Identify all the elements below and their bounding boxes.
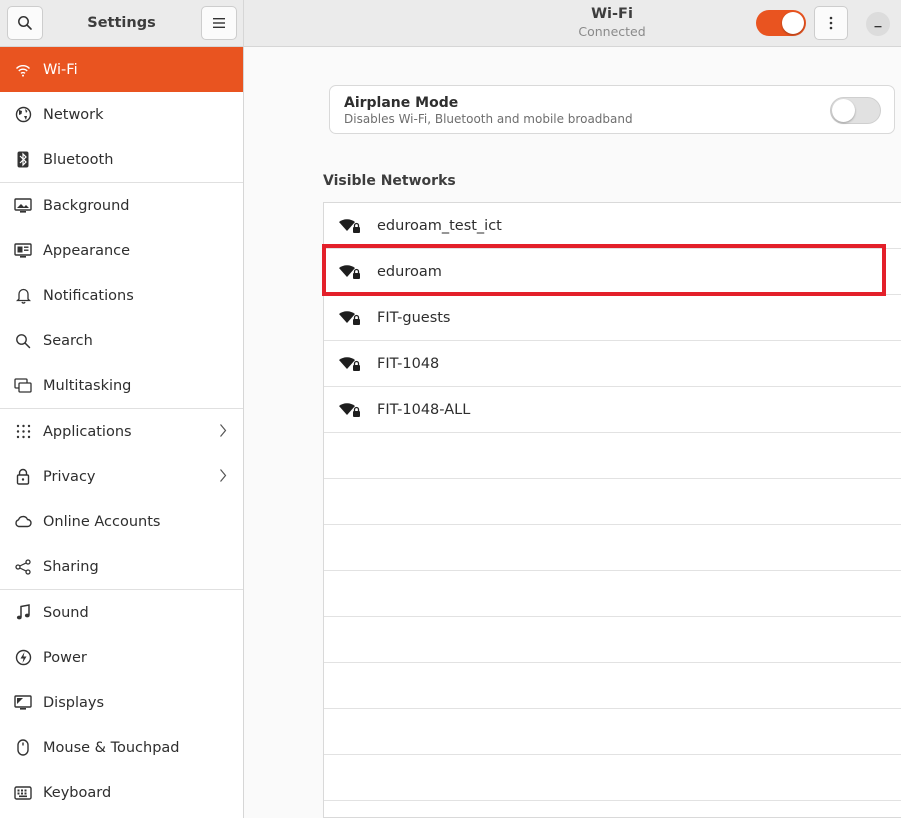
sidebar-item-label: Mouse & Touchpad (43, 739, 180, 756)
wifi-menu-button[interactable] (814, 6, 848, 40)
empty-row (324, 709, 901, 755)
wifi-secured-icon (339, 310, 360, 325)
sidebar-item-privacy[interactable]: Privacy (0, 454, 243, 499)
chevron-right-icon (219, 423, 227, 442)
airplane-mode-toggle[interactable] (830, 97, 881, 124)
network-name: eduroam (377, 263, 442, 280)
keyboard-icon (14, 784, 32, 802)
wifi-secured-icon (339, 402, 360, 417)
hamburger-icon (213, 18, 225, 28)
search-icon (18, 16, 32, 30)
network-row-fit-1048[interactable]: FIT-1048 (324, 341, 901, 387)
bell-icon (14, 287, 32, 305)
sidebar-item-label: Privacy (43, 468, 96, 485)
sidebar-item-appearance[interactable]: Appearance (0, 228, 243, 273)
chevron-right-icon (219, 468, 227, 487)
sidebar-item-label: Bluetooth (43, 151, 114, 168)
sidebar-item-network[interactable]: Network (0, 92, 243, 137)
empty-row (324, 525, 901, 571)
search-icon (14, 332, 32, 350)
empty-row (324, 801, 901, 818)
monitor-icon (14, 197, 32, 215)
share-icon (14, 558, 32, 576)
sidebar-item-label: Background (43, 197, 130, 214)
sidebar-item-bluetooth[interactable]: Bluetooth (0, 137, 243, 182)
network-name: FIT-1048 (377, 355, 440, 372)
sidebar-item-label: Online Accounts (43, 513, 161, 530)
sidebar-item-background[interactable]: Background (0, 183, 243, 228)
sidebar-item-wifi[interactable]: Wi-Fi (0, 47, 243, 92)
bluetooth-icon (14, 151, 32, 169)
wifi-secured-icon (339, 218, 360, 233)
sidebar-item-label: Power (43, 649, 87, 666)
sidebar-item-label: Sound (43, 604, 89, 621)
lock-icon (14, 468, 32, 486)
empty-row (324, 663, 901, 709)
power-icon (14, 649, 32, 667)
empty-row (324, 617, 901, 663)
sidebar-item-label: Notifications (43, 287, 134, 304)
network-row-eduroam[interactable]: eduroam (324, 249, 901, 295)
toggle-knob (782, 12, 804, 34)
sidebar-item-sound[interactable]: Sound (0, 590, 243, 635)
sidebar-item-notifications[interactable]: Notifications (0, 273, 243, 318)
sidebar-item-label: Network (43, 106, 104, 123)
vertical-ellipsis-icon (829, 16, 833, 30)
sidebar-item-online-accounts[interactable]: Online Accounts (0, 499, 243, 544)
sidebar-item-power[interactable]: Power (0, 635, 243, 680)
wifi-secured-icon (339, 356, 360, 371)
empty-row (324, 755, 901, 801)
sidebar-item-label: Multitasking (43, 377, 132, 394)
sidebar-item-applications[interactable]: Applications (0, 409, 243, 454)
sidebar-item-label: Applications (43, 423, 132, 440)
network-name: FIT-1048-ALL (377, 401, 471, 418)
display-icon (14, 694, 32, 712)
wifi-secured-icon (339, 264, 360, 279)
visible-networks-title: Visible Networks (323, 173, 456, 189)
empty-row (324, 479, 901, 525)
appearance-icon (14, 242, 32, 260)
wifi-toggle[interactable] (756, 10, 806, 36)
airplane-mode-description: Disables Wi-Fi, Bluetooth and mobile bro… (344, 112, 633, 126)
search-button[interactable] (7, 6, 43, 40)
music-note-icon (14, 604, 32, 622)
airplane-mode-title: Airplane Mode (344, 95, 459, 111)
main-header: Wi-Fi Connected (244, 0, 901, 47)
wifi-icon (14, 61, 32, 79)
sidebar-item-label: Displays (43, 694, 105, 711)
cloud-icon (14, 513, 32, 531)
minimize-icon (874, 26, 882, 28)
main-menu-button[interactable] (201, 6, 237, 40)
sidebar: Settings Wi-Fi Network Bluetooth Backgro… (0, 0, 244, 818)
globe-icon (14, 106, 32, 124)
grid-icon (14, 423, 32, 441)
network-list: eduroam_test_ict eduroam FIT-guests FIT-… (323, 202, 901, 818)
empty-row (324, 571, 901, 617)
sidebar-item-sharing[interactable]: Sharing (0, 544, 243, 589)
network-row-fit-guests[interactable]: FIT-guests (324, 295, 901, 341)
network-row-eduroam-test-ict[interactable]: eduroam_test_ict (324, 203, 901, 249)
sidebar-item-keyboard[interactable]: Keyboard (0, 770, 243, 815)
network-row-fit-1048-all[interactable]: FIT-1048-ALL (324, 387, 901, 433)
sidebar-item-search[interactable]: Search (0, 318, 243, 363)
empty-row (324, 433, 901, 479)
sidebar-item-multitasking[interactable]: Multitasking (0, 363, 243, 408)
sidebar-item-label: Sharing (43, 558, 99, 575)
sidebar-item-label: Wi-Fi (43, 61, 78, 78)
mouse-icon (14, 739, 32, 757)
sidebar-item-displays[interactable]: Displays (0, 680, 243, 725)
network-name: eduroam_test_ict (377, 217, 502, 234)
network-name: FIT-guests (377, 309, 451, 326)
sidebar-item-mouse-touchpad[interactable]: Mouse & Touchpad (0, 725, 243, 770)
sidebar-header: Settings (0, 0, 243, 47)
sidebar-item-label: Keyboard (43, 784, 112, 801)
airplane-mode-row: Airplane Mode Disables Wi-Fi, Bluetooth … (329, 85, 895, 134)
sidebar-item-label: Appearance (43, 242, 131, 259)
toggle-knob (832, 99, 855, 122)
multitasking-icon (14, 377, 32, 395)
minimize-button[interactable] (866, 12, 890, 36)
sidebar-item-label: Search (43, 332, 93, 349)
